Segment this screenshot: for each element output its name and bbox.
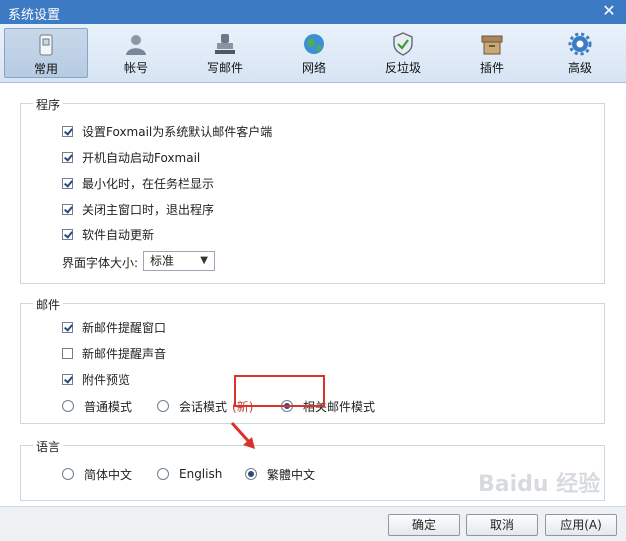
highlight-box xyxy=(234,375,325,407)
chevron-down-icon: ▼ xyxy=(200,255,208,266)
globe-icon xyxy=(304,34,324,54)
radio[interactable] xyxy=(62,400,74,412)
checkbox[interactable] xyxy=(62,125,73,137)
mail-group-title: 邮件 xyxy=(33,296,64,313)
user-icon xyxy=(126,35,146,55)
radio[interactable] xyxy=(62,468,74,480)
tab-compose-label: 写邮件 xyxy=(206,61,243,75)
tab-network[interactable]: 网络 xyxy=(272,28,356,78)
option-attachment-preview[interactable]: 附件预览 xyxy=(62,370,130,388)
radio[interactable] xyxy=(157,468,169,480)
mode-label: 普通模式 xyxy=(84,399,133,414)
checkbox[interactable] xyxy=(62,373,73,385)
option-default-client[interactable]: 设置Foxmail为系统默认邮件客户端 xyxy=(62,122,272,140)
settings-toolbar: 常用 帐号 写邮件 网络 反垃圾 插件 高级 xyxy=(0,24,626,83)
checkbox[interactable] xyxy=(62,203,73,215)
option-label: 附件预览 xyxy=(82,372,131,387)
tab-antispam[interactable]: 反垃圾 xyxy=(361,28,445,78)
cancel-button[interactable]: 取消 xyxy=(466,514,538,536)
watermark: Baidu 经验 xyxy=(478,472,601,497)
settings-content: 程序 设置Foxmail为系统默认邮件客户端 开机自动启动Foxmail 最小化… xyxy=(0,83,626,506)
radio[interactable] xyxy=(245,468,257,480)
language-english[interactable]: English xyxy=(157,465,222,483)
checkbox[interactable] xyxy=(62,151,73,163)
stamp-icon xyxy=(215,34,235,54)
tab-general-label: 常用 xyxy=(33,62,58,76)
option-new-mail-window[interactable]: 新邮件提醒窗口 xyxy=(62,318,166,336)
option-label: 新邮件提醒窗口 xyxy=(82,320,167,335)
annotation-arrow-icon xyxy=(230,421,255,449)
font-size-label: 界面字体大小: xyxy=(62,255,139,270)
tab-account-label: 帐号 xyxy=(123,61,148,75)
phone-settings-icon xyxy=(39,34,53,56)
box-icon xyxy=(481,35,503,55)
option-label: 软件自动更新 xyxy=(82,227,155,242)
language-label: 繁體中文 xyxy=(267,467,316,482)
shield-icon xyxy=(393,32,413,56)
radio[interactable] xyxy=(157,400,169,412)
option-label: 最小化时，在任务栏显示 xyxy=(82,176,215,191)
tab-advanced[interactable]: 高级 xyxy=(538,28,622,78)
option-label: 新邮件提醒声音 xyxy=(82,346,167,361)
program-group-title: 程序 xyxy=(33,96,64,113)
checkbox[interactable] xyxy=(62,321,73,333)
language-traditional[interactable]: 繁體中文 xyxy=(245,465,315,483)
language-label: 简体中文 xyxy=(84,467,133,482)
option-new-mail-sound[interactable]: 新邮件提醒声音 xyxy=(62,344,166,362)
option-label: 关闭主窗口时，退出程序 xyxy=(82,202,215,217)
title-bar: 系统设置 ✕ xyxy=(0,0,626,24)
tab-network-label: 网络 xyxy=(301,61,326,75)
gear-icon xyxy=(568,32,592,56)
checkbox[interactable] xyxy=(62,177,73,189)
option-auto-update[interactable]: 软件自动更新 xyxy=(62,225,154,243)
tab-plugins[interactable]: 插件 xyxy=(450,28,534,78)
checkbox[interactable] xyxy=(62,228,73,240)
language-simplified[interactable]: 简体中文 xyxy=(62,465,132,483)
language-label: English xyxy=(179,467,223,481)
option-minimize-taskbar[interactable]: 最小化时，在任务栏显示 xyxy=(62,174,214,192)
tab-antispam-label: 反垃圾 xyxy=(384,61,421,75)
tab-compose[interactable]: 写邮件 xyxy=(183,28,267,78)
tab-general[interactable]: 常用 xyxy=(4,28,88,78)
tab-account[interactable]: 帐号 xyxy=(94,28,178,78)
font-size-value: 标准 xyxy=(150,254,175,268)
option-label: 开机自动启动Foxmail xyxy=(82,150,201,165)
apply-button[interactable]: 应用(A) xyxy=(545,514,617,536)
window-title: 系统设置 xyxy=(8,8,61,23)
option-label: 设置Foxmail为系统默认邮件客户端 xyxy=(82,124,273,139)
font-size-select[interactable]: 标准 ▼ xyxy=(143,251,215,271)
tab-plugins-label: 插件 xyxy=(479,61,504,75)
option-close-exit[interactable]: 关闭主窗口时，退出程序 xyxy=(62,200,214,218)
language-group-title: 语言 xyxy=(33,438,64,455)
close-icon[interactable]: ✕ xyxy=(600,2,618,20)
bottom-bar: 确定 取消 应用(A) xyxy=(0,506,626,541)
tab-advanced-label: 高级 xyxy=(567,61,592,75)
ok-button[interactable]: 确定 xyxy=(388,514,460,536)
mode-label: 会话模式 xyxy=(179,399,228,414)
checkbox[interactable] xyxy=(62,347,73,359)
option-autostart[interactable]: 开机自动启动Foxmail xyxy=(62,148,200,166)
mode-normal[interactable]: 普通模式 xyxy=(62,397,132,415)
